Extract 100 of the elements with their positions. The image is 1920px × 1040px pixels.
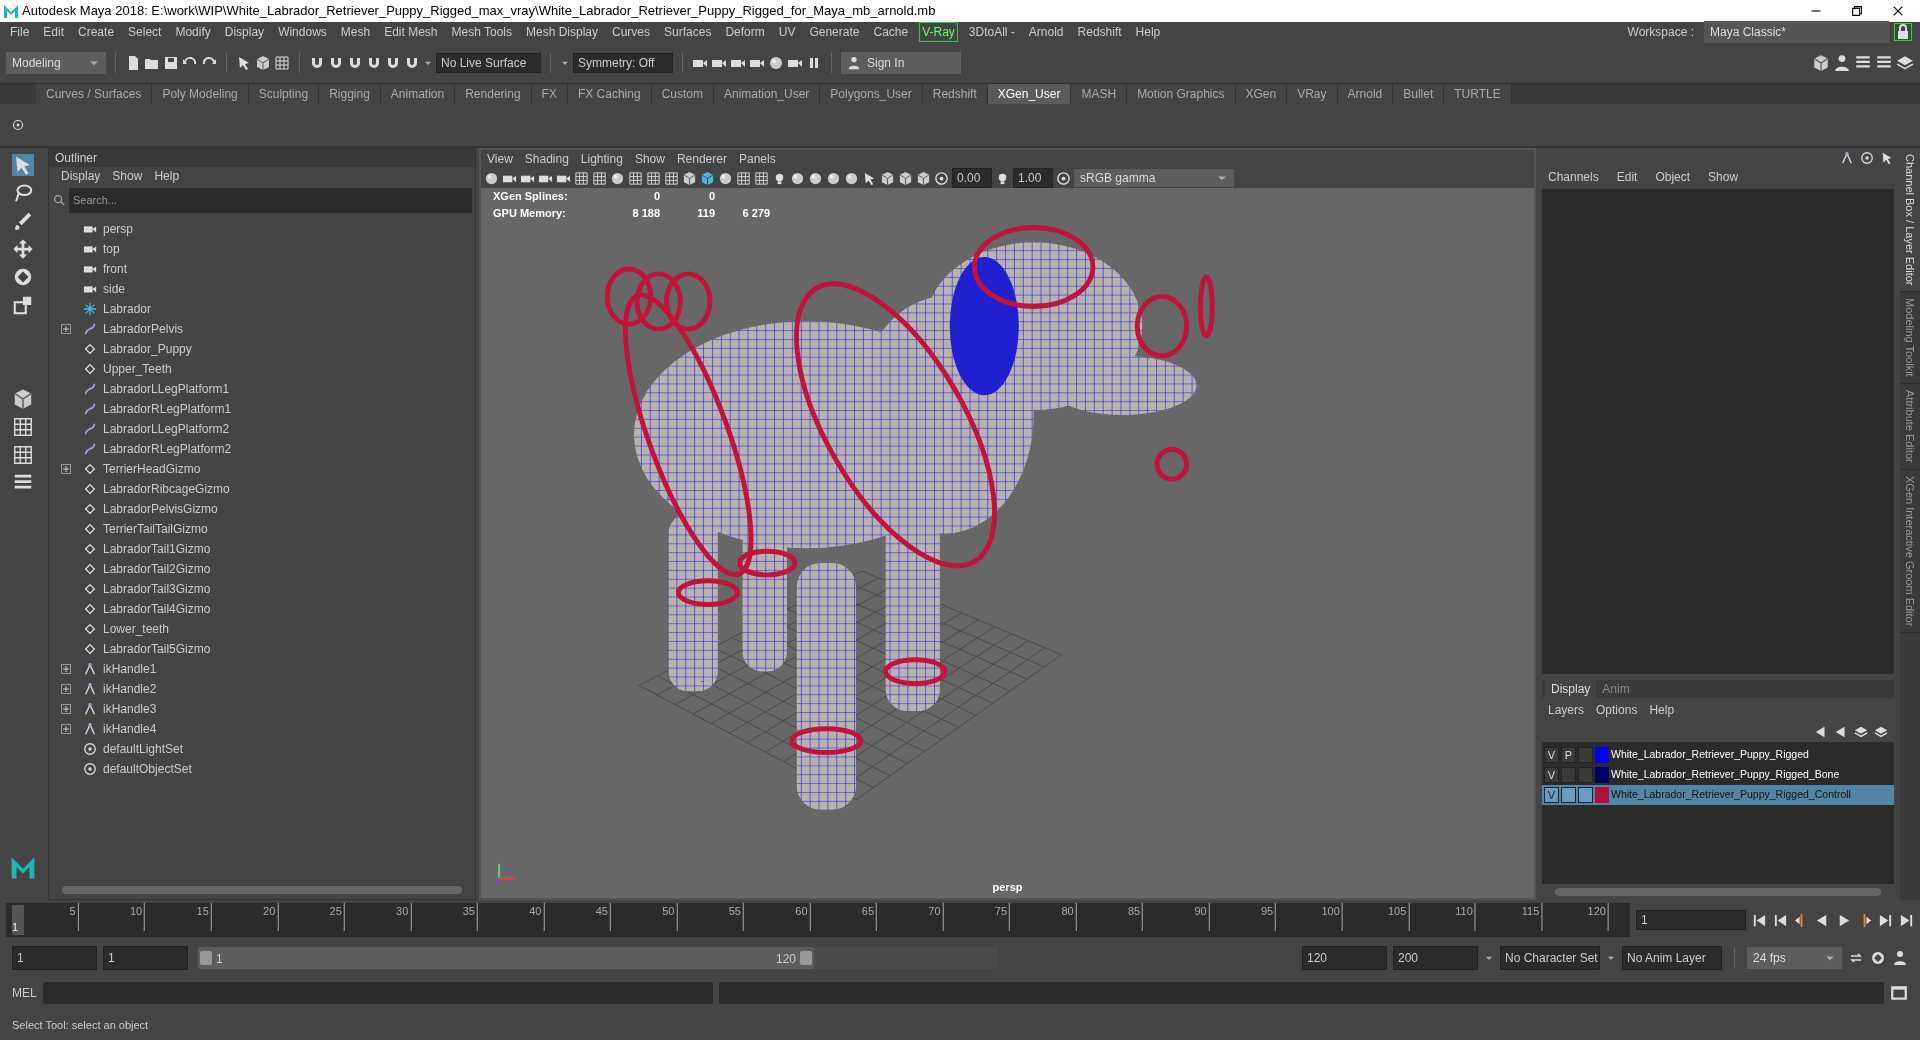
menu-item[interactable]: Generate xyxy=(802,23,867,41)
reference-toggle[interactable] xyxy=(1578,787,1593,803)
menu-item[interactable]: Curves xyxy=(605,23,658,41)
skip-end-icon[interactable] xyxy=(1899,912,1914,928)
time-slider[interactable]: 1 5 10 15 20 25 30 35 40 45 50 55 60 65 70 75 80 85 90 95 100 105 110 115 120 xyxy=(6,903,1630,937)
shelf-tab[interactable]: Rigging xyxy=(319,84,381,104)
grid-icon[interactable] xyxy=(11,416,34,438)
outliner-item[interactable]: persp xyxy=(103,219,134,238)
set-icon[interactable] xyxy=(12,119,24,131)
menu-item[interactable]: Mesh Tools xyxy=(444,23,519,41)
side-tab[interactable]: XGen Interactive Groom Editor xyxy=(1900,469,1920,634)
menu-item[interactable]: Help xyxy=(154,167,180,185)
sphere-icon[interactable] xyxy=(484,170,499,186)
outliner-item[interactable]: LabradorPelvis xyxy=(103,319,184,338)
menu-item[interactable]: Object xyxy=(1655,168,1691,186)
grid-icon[interactable] xyxy=(736,170,751,186)
sphere-icon[interactable] xyxy=(610,170,625,186)
shelf-tab[interactable]: FX Caching xyxy=(567,84,652,104)
outliner-item[interactable]: ikHandle2 xyxy=(103,679,157,698)
shelf-tab[interactable]: Redshift xyxy=(922,84,988,104)
menu-item[interactable]: Display xyxy=(61,167,101,185)
scrollbar[interactable] xyxy=(1555,888,1881,896)
menu-item[interactable]: Select xyxy=(121,23,169,41)
outliner-item[interactable]: LabradorTail1Gizmo xyxy=(103,539,211,558)
sphere-icon[interactable] xyxy=(808,170,823,186)
outliner-item[interactable]: LabradorTail5Gizmo xyxy=(103,639,211,658)
outliner-item[interactable]: LabradorLLegPlatform2 xyxy=(103,419,230,438)
side-tab[interactable]: Channel Box / Layer Editor xyxy=(1900,148,1920,293)
exposure-field[interactable]: 0.00 xyxy=(952,168,992,188)
expand-toggle[interactable] xyxy=(61,663,71,674)
menu-item[interactable]: Renderer xyxy=(676,150,727,168)
play-back-icon[interactable] xyxy=(1814,725,1828,739)
set-icon[interactable] xyxy=(1056,170,1071,186)
symmetry-field[interactable]: Symmetry: Off xyxy=(573,52,673,73)
rotate-icon[interactable] xyxy=(1870,949,1886,966)
grid-icon[interactable] xyxy=(664,170,679,186)
command-result-field[interactable] xyxy=(718,981,1884,1004)
sign-in-dropdown[interactable]: Sign In xyxy=(841,51,961,74)
expand-toggle[interactable] xyxy=(61,323,71,334)
reference-toggle[interactable] xyxy=(1578,747,1593,763)
shelf-tab[interactable]: Animation xyxy=(380,84,456,104)
skip-end-icon[interactable] xyxy=(1878,912,1893,928)
ik-handle-icon[interactable] xyxy=(1840,151,1854,165)
start-frame-field[interactable]: 1 xyxy=(12,945,97,970)
menu-item[interactable]: Shading xyxy=(524,150,569,168)
menu-item[interactable]: Arnold xyxy=(1021,23,1071,41)
outliner-item[interactable]: Lower_teeth xyxy=(103,619,170,638)
outliner-item[interactable]: top xyxy=(103,239,120,258)
current-frame-marker[interactable]: 1 xyxy=(12,905,24,935)
panel-tab[interactable]: Display xyxy=(1545,680,1597,698)
shelf-tab[interactable]: Sculpting xyxy=(248,84,320,104)
search-icon[interactable] xyxy=(52,193,66,208)
character-set-field[interactable]: No Character Set xyxy=(1500,945,1600,970)
menu-item[interactable]: Options xyxy=(1596,701,1638,719)
outliner-item[interactable]: LabradorTail2Gizmo xyxy=(103,559,211,578)
outliner-item[interactable]: LabradorTail4Gizmo xyxy=(103,599,211,618)
layer-row[interactable]: V White_Labrador_Retriever_Puppy_Rigged_Controll xyxy=(1542,785,1894,805)
outliner-item[interactable]: ikHandle4 xyxy=(103,719,157,738)
live-surface-field[interactable]: No Live Surface xyxy=(436,52,541,73)
visibility-toggle[interactable]: V xyxy=(1544,787,1559,803)
shelf-tab[interactable]: Poly Modeling xyxy=(152,84,249,104)
playback-toggle[interactable] xyxy=(1561,767,1576,783)
menu-item[interactable]: File xyxy=(3,23,37,41)
expand-toggle[interactable] xyxy=(61,723,71,734)
outliner-item[interactable]: ikHandle1 xyxy=(103,659,157,678)
shelf-tab[interactable]: Motion Graphics xyxy=(1127,84,1236,104)
outliner-item[interactable]: LabradorRibcageGizmo xyxy=(103,479,230,498)
layers-icon[interactable] xyxy=(1854,725,1868,739)
outliner-item[interactable]: side xyxy=(103,279,125,298)
scale-icon[interactable] xyxy=(11,294,34,316)
outliner-item[interactable]: Labrador_Puppy xyxy=(103,339,192,358)
outliner-item[interactable]: defaultLightSet xyxy=(103,739,184,758)
set-icon[interactable] xyxy=(934,170,949,186)
menu-item[interactable]: Redshift xyxy=(1070,23,1129,41)
outliner-item[interactable]: LabradorRLegPlatform2 xyxy=(103,439,232,458)
lock-icon[interactable] xyxy=(1895,24,1911,40)
play-back-icon[interactable] xyxy=(1834,725,1848,739)
grid-icon[interactable] xyxy=(754,170,769,186)
end-frame-field[interactable]: 200 xyxy=(1393,945,1478,970)
outliner-item[interactable]: TerrierTailTailGizmo xyxy=(103,519,208,538)
menu-item[interactable]: Show xyxy=(1708,168,1739,186)
menu-item[interactable]: Deform xyxy=(718,23,772,41)
layer-color-swatch[interactable] xyxy=(1595,787,1609,803)
menu-item[interactable]: Windows xyxy=(271,23,334,41)
outliner-item[interactable]: front xyxy=(103,259,127,278)
menu-item[interactable]: Edit xyxy=(1616,168,1638,186)
shelf-tab[interactable]: Custom xyxy=(651,84,714,104)
cube-icon[interactable] xyxy=(682,170,697,186)
outliner-item[interactable]: LabradorPelvisGizmo xyxy=(103,499,218,518)
person-icon[interactable] xyxy=(1892,949,1908,966)
close-icon[interactable] xyxy=(1891,4,1905,18)
outliner-item[interactable]: LabradorTail3Gizmo xyxy=(103,579,211,598)
side-tab[interactable]: Attribute Editor xyxy=(1900,384,1920,470)
outliner-item[interactable]: LabradorRLegPlatform1 xyxy=(103,399,232,418)
sphere-icon[interactable] xyxy=(844,170,859,186)
grid-icon[interactable] xyxy=(592,170,607,186)
cube-icon[interactable] xyxy=(898,170,913,186)
sphere-icon[interactable] xyxy=(826,170,841,186)
shelf-tab[interactable]: Curves / Surfaces xyxy=(36,84,153,104)
playback-toggle[interactable]: P xyxy=(1561,747,1576,763)
